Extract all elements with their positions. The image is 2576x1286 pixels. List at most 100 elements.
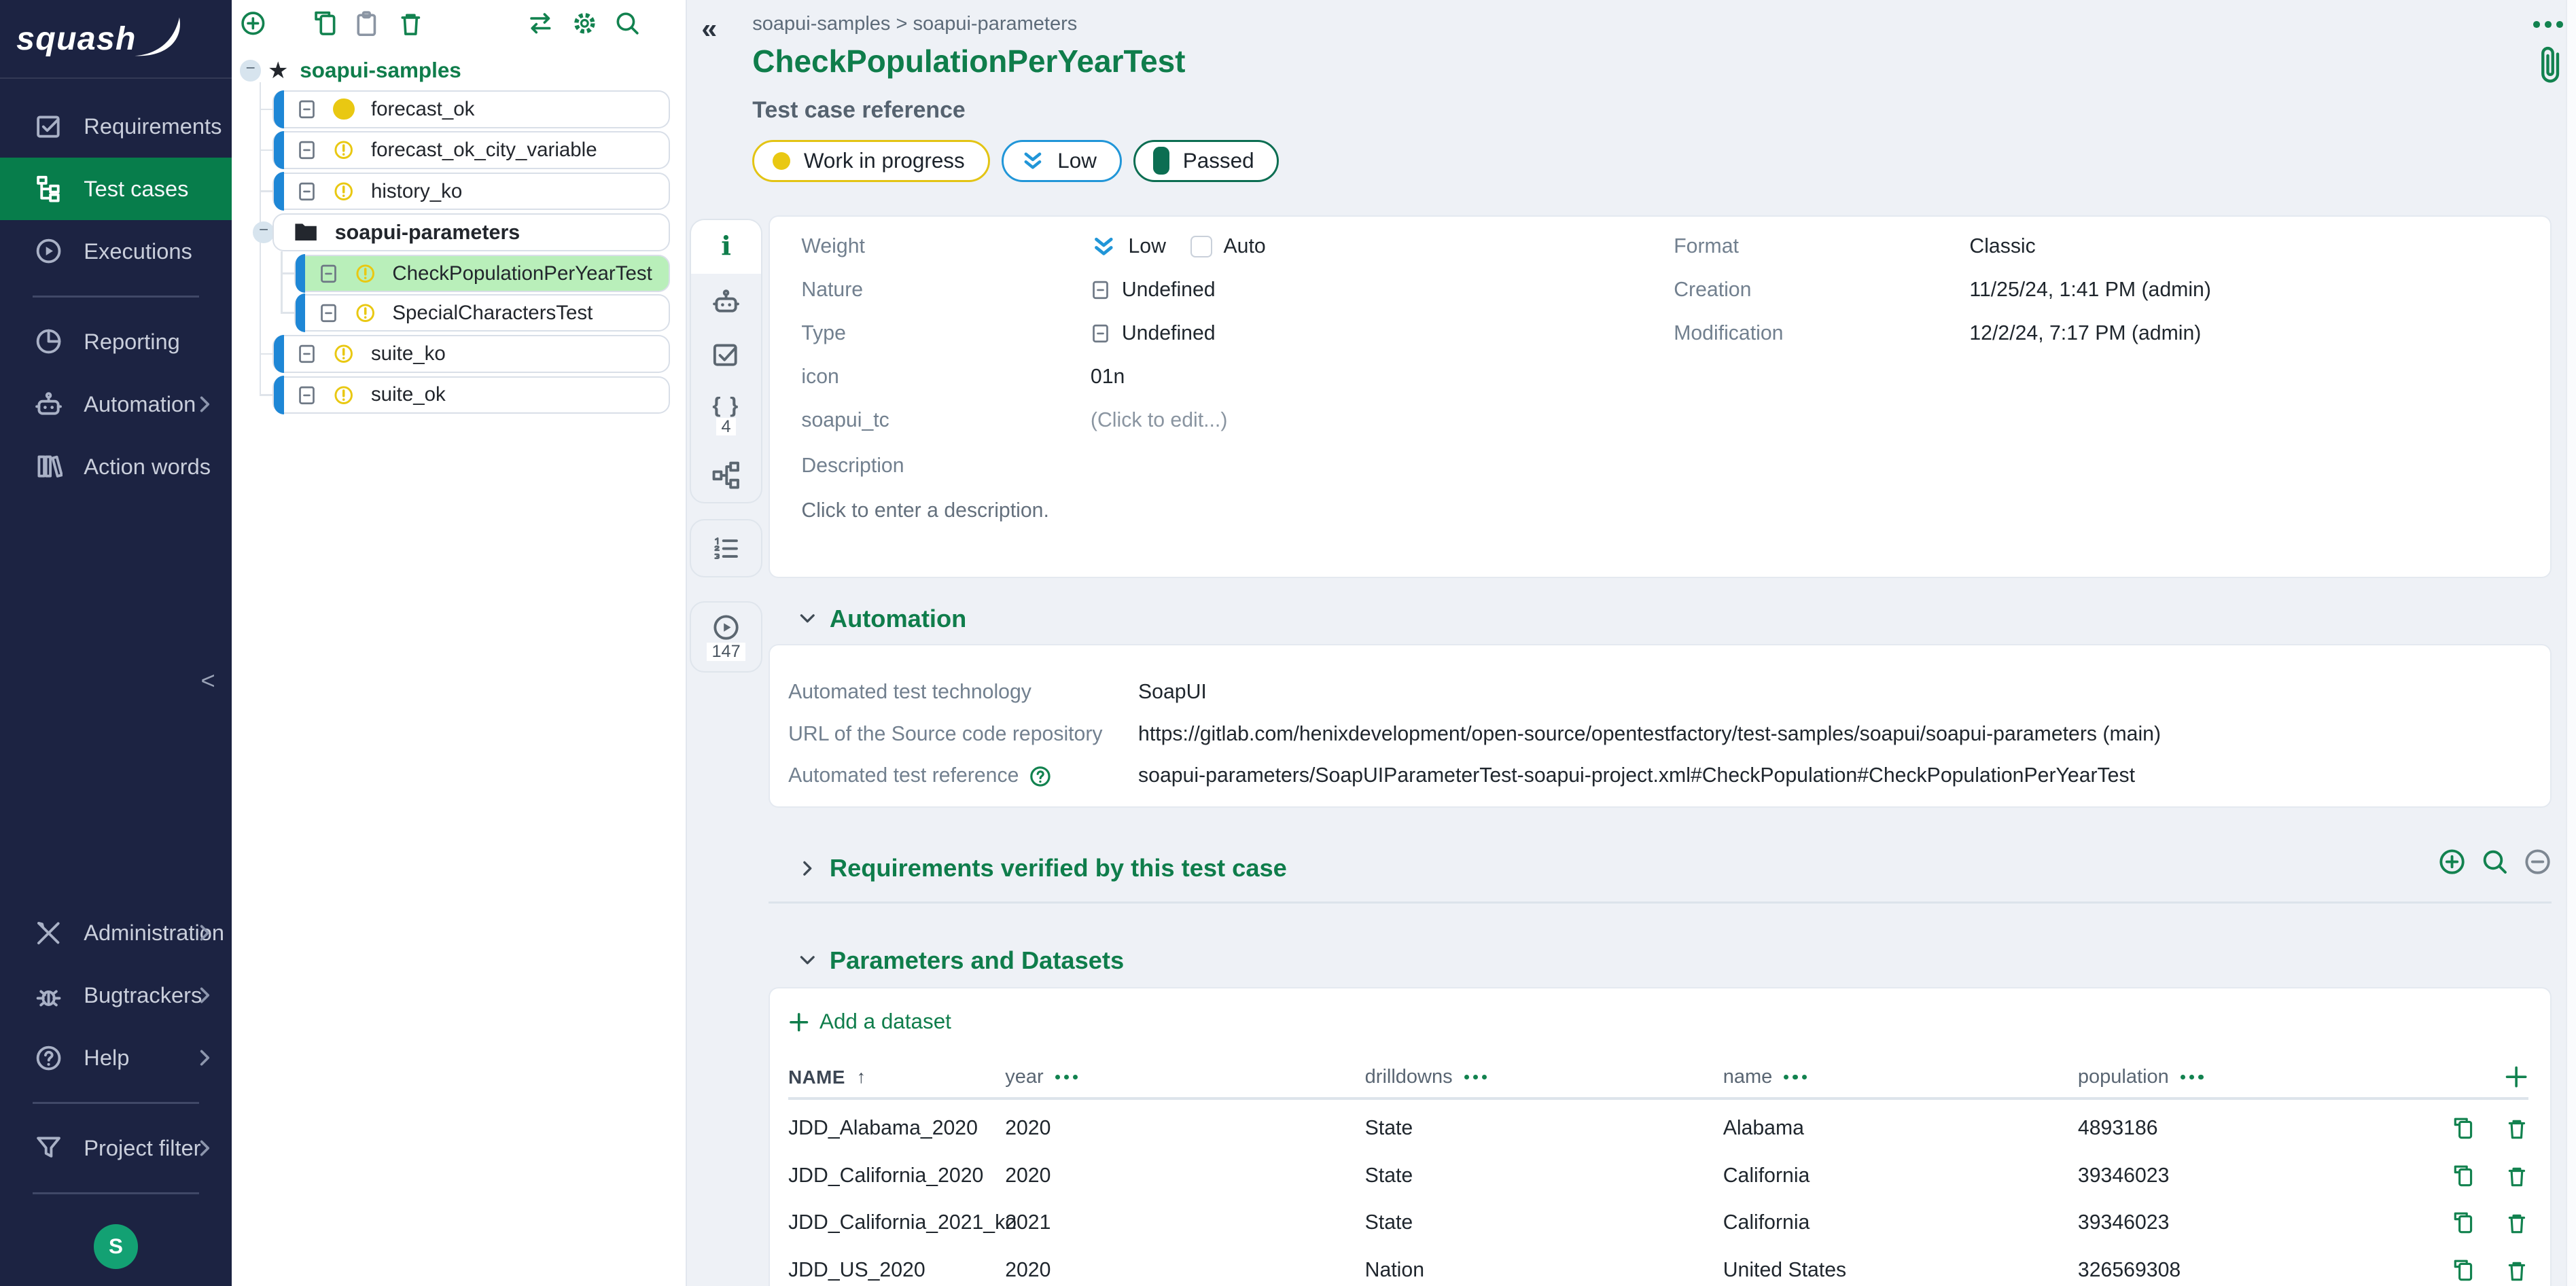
sidebar-item-bugtrackers[interactable]: Bugtrackers xyxy=(0,964,232,1026)
sidebar-item-reporting[interactable]: Reporting xyxy=(0,310,232,373)
automation-section-header[interactable]: Automation xyxy=(798,605,966,633)
cell-name[interactable]: Alabama xyxy=(1723,1117,2078,1140)
sidebar-item-action-words[interactable]: Action words xyxy=(0,435,232,498)
icon-value[interactable]: 01n xyxy=(1091,365,1125,389)
parameters-section-header[interactable]: Parameters and Datasets xyxy=(798,946,1124,975)
cell-dataset-name[interactable]: JDD_California_2020 xyxy=(788,1164,1005,1187)
project-collapse-button[interactable]: − xyxy=(240,60,261,81)
importance-badge-low[interactable]: Low xyxy=(1002,140,1122,183)
cell-year[interactable]: 2020 xyxy=(1005,1164,1364,1187)
column-header-population[interactable]: population xyxy=(2078,1066,2407,1088)
tab-parameters[interactable]: { } 4 xyxy=(691,382,760,448)
delete-dataset-button[interactable] xyxy=(2505,1164,2528,1187)
squash-logo[interactable]: squash xyxy=(0,0,232,79)
column-header-name-sorted[interactable]: NAME ↑ xyxy=(788,1067,1005,1088)
column-menu-icon[interactable] xyxy=(1464,1075,1487,1079)
sidebar-item-executions[interactable]: Executions xyxy=(0,220,232,283)
copy-dataset-button[interactable] xyxy=(2452,1164,2475,1187)
folder-collapse-button[interactable]: − xyxy=(253,221,274,243)
cell-drilldowns[interactable]: Nation xyxy=(1365,1259,1723,1282)
add-parameter-column-button[interactable] xyxy=(2407,1065,2528,1089)
cell-name[interactable]: California xyxy=(1723,1164,2078,1187)
sidebar-item-administration[interactable]: Administration xyxy=(0,901,232,964)
cell-population[interactable]: 39346023 xyxy=(2078,1211,2407,1234)
copy-dataset-button[interactable] xyxy=(2452,1259,2475,1282)
cell-dataset-name[interactable]: JDD_Alabama_2020 xyxy=(788,1117,1005,1140)
description-placeholder[interactable]: Click to enter a description. xyxy=(801,499,1048,522)
column-menu-icon[interactable] xyxy=(1784,1075,1807,1079)
sidebar-item-requirements[interactable]: Requirements xyxy=(0,95,232,158)
tree-node-suite-ko[interactable]: suite_ko xyxy=(272,335,670,373)
cell-dataset-name[interactable]: JDD_US_2020 xyxy=(788,1259,1005,1282)
delete-dataset-button[interactable] xyxy=(2505,1117,2528,1140)
tree-node-label: soapui-parameters xyxy=(335,221,521,245)
tab-automation[interactable] xyxy=(691,274,760,328)
automated-test-reference-value[interactable]: soapui-parameters/SoapUIParameterTest-so… xyxy=(1138,764,2135,787)
source-code-repository-url-value[interactable]: https://gitlab.com/henixdevelopment/open… xyxy=(1138,723,2161,746)
sidebar-item-help[interactable]: Help xyxy=(0,1026,232,1089)
cell-dataset-name[interactable]: JDD_California_2021_ko xyxy=(788,1211,1005,1234)
tab-ordered-list[interactable] xyxy=(691,520,760,576)
cell-year[interactable]: 2021 xyxy=(1005,1211,1364,1234)
delete-dataset-button[interactable] xyxy=(2505,1259,2528,1282)
cell-name[interactable]: California xyxy=(1723,1211,2078,1234)
column-menu-icon[interactable] xyxy=(2181,1075,2204,1079)
requirements-section-header[interactable]: Requirements verified by this test case xyxy=(798,854,1287,882)
sidebar-collapse-button[interactable]: < xyxy=(201,668,215,693)
execution-badge-passed[interactable]: Passed xyxy=(1133,140,1280,183)
tree-node-forecast-ok[interactable]: forecast_ok xyxy=(272,90,670,128)
nature-value[interactable]: Undefined xyxy=(1091,279,1216,302)
table-row[interactable]: JDD_California_2021_ko 2021 State Califo… xyxy=(770,1199,2549,1246)
breadcrumb[interactable]: soapui-samples > soapui-parameters xyxy=(752,13,1077,35)
column-header-drilldowns[interactable]: drilldowns xyxy=(1365,1066,1723,1088)
cell-year[interactable]: 2020 xyxy=(1005,1117,1364,1140)
cell-name[interactable]: United States xyxy=(1723,1259,2078,1282)
copy-dataset-button[interactable] xyxy=(2452,1211,2475,1234)
table-row[interactable]: JDD_US_2020 2020 Nation United States 32… xyxy=(770,1247,2549,1286)
column-header-year[interactable]: year xyxy=(1005,1066,1364,1088)
unlink-requirement-circle-minus-button[interactable] xyxy=(2524,848,2552,876)
copy-dataset-button[interactable] xyxy=(2452,1117,2475,1140)
table-row[interactable]: JDD_California_2020 2020 State Californi… xyxy=(770,1152,2549,1199)
automated-test-technology-value[interactable]: SoapUI xyxy=(1138,681,1207,704)
help-question-circle-icon[interactable] xyxy=(1029,765,1052,788)
cell-population[interactable]: 326569308 xyxy=(2078,1259,2407,1282)
tree-node-blue-bar xyxy=(296,254,306,292)
cell-drilldowns[interactable]: State xyxy=(1365,1164,1723,1187)
collapse-tree-button[interactable]: « xyxy=(701,13,717,45)
cell-year[interactable]: 2020 xyxy=(1005,1259,1364,1282)
tab-information[interactable]: i xyxy=(691,220,760,274)
project-node-label[interactable]: soapui-samples xyxy=(300,58,461,83)
tree-node-forecast-ok-city-variable[interactable]: forecast_ok_city_variable xyxy=(272,131,670,169)
tab-links[interactable] xyxy=(691,448,760,503)
add-requirement-circle-plus-button[interactable] xyxy=(2438,848,2466,876)
weight-value[interactable]: Low Auto xyxy=(1091,234,1266,259)
tab-executions-history[interactable]: 147 xyxy=(691,603,760,672)
type-value[interactable]: Undefined xyxy=(1091,322,1216,345)
delete-dataset-button[interactable] xyxy=(2505,1211,2528,1234)
cell-drilldowns[interactable]: State xyxy=(1365,1211,1723,1234)
soapui-tc-value[interactable]: (Click to edit...) xyxy=(1091,409,1228,432)
column-header-name2[interactable]: name xyxy=(1723,1066,2078,1088)
status-badge-work-in-progress[interactable]: Work in progress xyxy=(752,140,989,183)
search-requirements-button[interactable] xyxy=(2481,848,2509,876)
cell-population[interactable]: 4893186 xyxy=(2078,1117,2407,1140)
tree-node-suite-ok[interactable]: suite_ok xyxy=(272,376,670,414)
add-dataset-button[interactable]: Add a dataset xyxy=(788,1010,951,1034)
tree-node-checkpopulationperyeartest[interactable]: CheckPopulationPerYearTest xyxy=(294,255,671,293)
sidebar-item-automation[interactable]: Automation xyxy=(0,373,232,435)
auto-checkbox[interactable] xyxy=(1190,236,1212,257)
tree-node-history-ko[interactable]: history_ko xyxy=(272,173,670,211)
tree-node-specialcharacterstest[interactable]: SpecialCharactersTest xyxy=(294,294,671,332)
tab-steps[interactable] xyxy=(691,328,760,382)
more-actions-menu-button[interactable] xyxy=(2533,21,2562,28)
sidebar-item-test-cases[interactable]: Test cases xyxy=(0,158,232,220)
table-row[interactable]: JDD_Alabama_2020 2020 State Alabama 4893… xyxy=(770,1105,2549,1152)
sidebar-item-project-filter[interactable]: Project filter xyxy=(0,1117,232,1179)
cell-drilldowns[interactable]: State xyxy=(1365,1117,1723,1140)
tree-node-soapui-parameters-folder[interactable]: soapui-parameters xyxy=(272,213,670,251)
column-menu-icon[interactable] xyxy=(1055,1075,1078,1079)
attachments-paperclip-icon[interactable] xyxy=(2538,44,2562,87)
user-avatar[interactable]: S xyxy=(94,1224,138,1268)
cell-population[interactable]: 39346023 xyxy=(2078,1164,2407,1187)
